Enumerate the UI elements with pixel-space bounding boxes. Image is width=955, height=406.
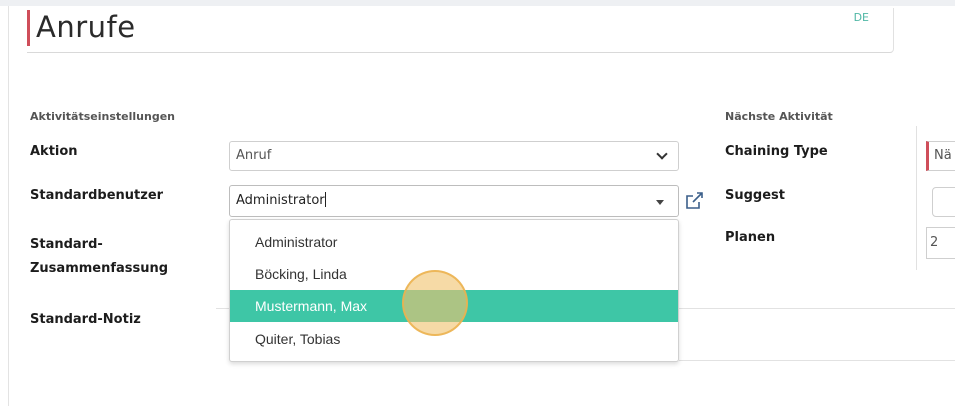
mouse-cursor-highlight — [402, 270, 468, 336]
title-field[interactable]: Anrufe DE — [27, 8, 894, 53]
zusammenfassung-label-line1: Standard- — [30, 237, 103, 252]
top-bar — [0, 0, 955, 6]
suggest-label: Suggest — [725, 188, 785, 203]
chaining-type-select[interactable]: Nä — [926, 141, 955, 171]
standardbenutzer-input[interactable]: Administrator — [229, 185, 679, 217]
standardbenutzer-label: Standardbenutzer — [30, 188, 164, 203]
aktion-select[interactable]: Anruf — [229, 141, 679, 171]
dropdown-option-administrator[interactable]: Administrator — [230, 226, 678, 258]
suggest-field[interactable] — [932, 187, 955, 217]
zusammenfassung-label-line2: Zusammenfassung — [30, 261, 169, 276]
external-link-icon[interactable] — [683, 190, 705, 212]
chaining-type-label: Chaining Type — [725, 144, 828, 159]
planen-value: 2 — [930, 235, 939, 250]
aktion-label: Aktion — [30, 144, 78, 159]
required-marker — [27, 10, 30, 46]
text-caret — [324, 192, 326, 207]
page-title[interactable]: Anrufe — [36, 10, 136, 44]
chevron-down-icon — [656, 148, 668, 160]
column-divider — [916, 126, 917, 270]
aktion-value: Anruf — [236, 148, 272, 163]
standardbenutzer-value: Administrator — [236, 193, 325, 208]
standard-notiz-label: Standard-Notiz — [30, 312, 141, 327]
planen-input[interactable]: 2 — [926, 227, 955, 259]
left-border — [8, 6, 9, 406]
section-next-activity: Nächste Aktivität — [725, 110, 833, 123]
planen-label: Planen — [725, 230, 776, 245]
dropdown-arrow-icon[interactable] — [656, 200, 664, 205]
section-activity-settings: Aktivitätseinstellungen — [30, 110, 175, 123]
chaining-type-value: Nä — [934, 148, 952, 163]
notiz-field-bottom — [679, 360, 955, 361]
language-badge[interactable]: DE — [854, 11, 869, 24]
